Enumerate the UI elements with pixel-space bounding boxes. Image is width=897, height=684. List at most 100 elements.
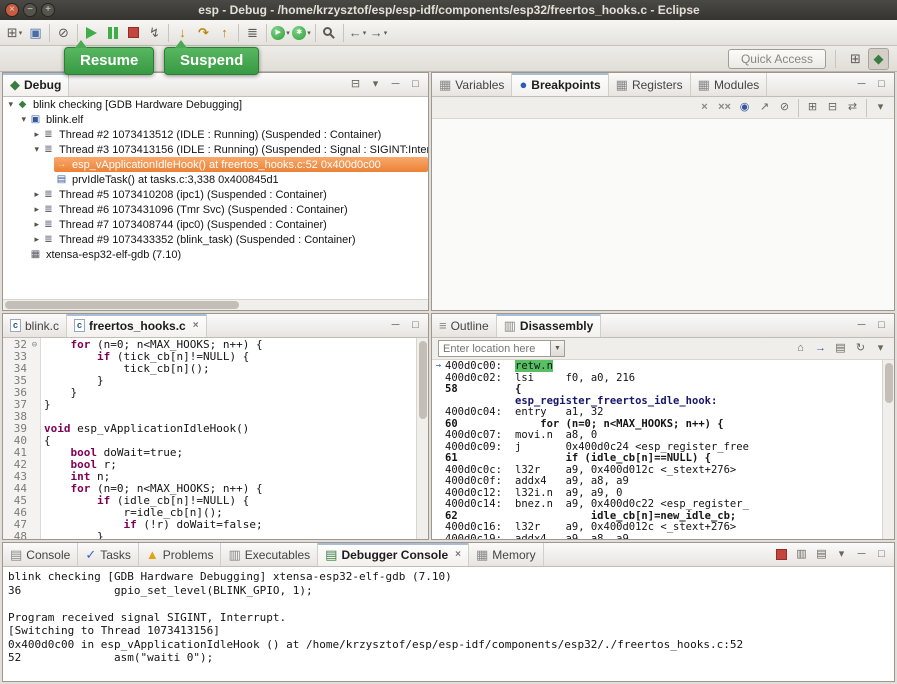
go-to-file-button[interactable]: ↗ (755, 98, 774, 117)
disconnect-button[interactable]: ↯ (144, 22, 165, 44)
maximize-button[interactable]: □ (872, 75, 891, 94)
expand-all-button[interactable]: ⊞ (803, 98, 822, 117)
collapse-arrow-icon[interactable]: ▾ (3, 114, 28, 125)
debug-tree-item[interactable]: →esp_vApplicationIdleHook() at freertos_… (3, 157, 428, 172)
expand-arrow-icon[interactable]: ▸ (3, 219, 41, 230)
code-editor-area[interactable]: for (n=0; n<MAX_HOOKS; n++) { if (tick_c… (41, 338, 416, 539)
scrollbar-thumb[interactable] (885, 363, 893, 403)
view-menu-button[interactable]: ▾ (871, 339, 890, 358)
maximize-button[interactable]: □ (406, 75, 425, 94)
skip-all-breakpoints-button[interactable]: ⊘ (53, 22, 74, 44)
tab-variables[interactable]: ▦Variables (432, 73, 512, 96)
debug-tree-item[interactable]: ▤prvIdleTask() at tasks.c:3,338 0x400845… (3, 172, 428, 187)
debug-tree-item[interactable]: ▸≣Thread #5 1073410208 (ipc1) (Suspended… (3, 187, 428, 202)
minimize-button[interactable]: ─ (386, 75, 405, 94)
expand-arrow-icon[interactable]: ▸ (3, 204, 41, 215)
view-menu-button[interactable]: ▾ (832, 545, 851, 564)
collapse-arrow-icon[interactable]: ▾ (3, 144, 41, 155)
window-close-button[interactable]: × (5, 3, 19, 17)
close-icon[interactable]: × (193, 320, 199, 331)
search-button[interactable] (319, 22, 340, 44)
skip-all-breakpoints-button[interactable]: ⊘ (775, 98, 794, 117)
forward-button[interactable]: →▾ (368, 22, 389, 44)
minimize-button[interactable]: ─ (852, 545, 871, 564)
debug-tree-item[interactable]: ▸≣Thread #2 1073413512 (IDLE : Running) … (3, 127, 428, 142)
collapse-all-button[interactable]: ⊟ (346, 75, 365, 94)
expand-arrow-icon[interactable]: ▸ (3, 234, 41, 245)
minimize-button[interactable]: ─ (852, 316, 871, 335)
tab-memory[interactable]: ▦Memory (469, 543, 544, 566)
display-console-button[interactable]: ▥ (792, 545, 811, 564)
debug-tree-item[interactable]: ▾◆blink checking [GDB Hardware Debugging… (3, 97, 428, 112)
tab-problems[interactable]: ▲Problems (139, 543, 222, 566)
back-button[interactable]: ←▾ (347, 22, 368, 44)
close-icon[interactable]: × (455, 549, 461, 560)
show-source-button[interactable]: ▤ (831, 339, 850, 358)
quick-access-button[interactable]: Quick Access (728, 49, 826, 69)
debug-tree-item[interactable]: ▾▣blink.elf (3, 112, 428, 127)
debug-tree-item[interactable]: ▸≣Thread #7 1073408744 (ipc0) (Suspended… (3, 217, 428, 232)
open-perspective-button[interactable]: ⊞ (845, 48, 866, 70)
maximize-button[interactable]: □ (872, 545, 891, 564)
scrollbar-thumb[interactable] (5, 301, 239, 309)
window-minimize-button[interactable]: − (23, 3, 37, 17)
editor-vertical-scrollbar[interactable] (416, 338, 428, 539)
console-output[interactable]: blink checking [GDB Hardware Debugging] … (3, 567, 894, 681)
debug-tree-item[interactable]: ▸≣Thread #9 1073433352 (blink_task) (Sus… (3, 232, 428, 247)
open-console-button[interactable]: ▤ (812, 545, 831, 564)
scrollbar-thumb[interactable] (419, 341, 427, 419)
tab-debug[interactable]: ◆Debug (3, 73, 69, 96)
tab-console[interactable]: ▤Console (3, 543, 78, 566)
tab-blink-c[interactable]: cblink.c (3, 314, 67, 337)
instruction-stepping-button[interactable]: ≣ (242, 22, 263, 44)
folding-gutter[interactable]: ⊖ (29, 338, 41, 539)
tab-tasks[interactable]: ✓Tasks (78, 543, 139, 566)
collapse-all-button[interactable]: ⊟ (823, 98, 842, 117)
link-with-debug-button[interactable]: ⇄ (843, 98, 862, 117)
disassembly-area[interactable]: →400d0c00:retw.n400d0c02:lsi f0, a0, 216… (432, 360, 882, 539)
maximize-button[interactable]: □ (872, 316, 891, 335)
tab-modules[interactable]: ▦Modules (691, 73, 768, 96)
tab-outline[interactable]: ≡Outline (432, 314, 497, 337)
tab-freertos-hooks-c[interactable]: cfreertos_hooks.c× (67, 314, 207, 337)
remove-breakpoint-button[interactable]: × (695, 98, 714, 117)
expand-arrow-icon[interactable]: ▸ (3, 189, 41, 200)
run-button[interactable]: ▶▾ (270, 22, 291, 44)
debug-horizontal-scrollbar[interactable] (3, 299, 428, 310)
location-input[interactable] (438, 340, 550, 357)
terminate-button[interactable] (123, 22, 144, 44)
step-over-button[interactable]: ↷ (193, 22, 214, 44)
refresh-button[interactable]: ↻ (851, 339, 870, 358)
step-return-button[interactable]: ↑ (214, 22, 235, 44)
view-menu-button[interactable]: ▾ (366, 75, 385, 94)
breakpoints-list[interactable] (432, 119, 894, 310)
debug-tree-item[interactable]: ▸≣Thread #6 1073431096 (Tmr Svc) (Suspen… (3, 202, 428, 217)
collapse-arrow-icon[interactable]: ▾ (3, 99, 15, 110)
disassembly-vertical-scrollbar[interactable] (882, 360, 894, 539)
tab-breakpoints[interactable]: ●Breakpoints (512, 73, 608, 96)
location-dropdown-icon[interactable]: ▼ (550, 340, 565, 357)
link-instruction-pointer-button[interactable]: → (811, 339, 830, 358)
debug-button[interactable]: ✱▾ (291, 22, 312, 44)
debug-tree-item[interactable]: ▦xtensa-esp32-elf-gdb (7.10) (3, 247, 428, 262)
save-button[interactable]: ▣ (25, 22, 46, 44)
maximize-button[interactable]: □ (406, 316, 425, 335)
debug-tree-item[interactable]: ▾≣Thread #3 1073413156 (IDLE : Running) … (3, 142, 428, 157)
home-button[interactable]: ⌂ (791, 339, 810, 358)
tab-disassembly[interactable]: ▥Disassembly (497, 314, 602, 337)
remove-all-breakpoints-button[interactable]: ×× (715, 98, 734, 117)
fold-collapse-icon[interactable]: ⊖ (29, 339, 40, 351)
new-wizard-button[interactable]: ⊞▾ (4, 22, 25, 44)
view-menu-button[interactable]: ▾ (871, 98, 890, 117)
window-maximize-button[interactable]: + (41, 3, 55, 17)
suspend-button[interactable] (102, 22, 123, 44)
terminate-console-button[interactable] (772, 545, 791, 564)
tab-executables[interactable]: ▥Executables (221, 543, 318, 566)
debug-perspective-button[interactable]: ◆ (868, 48, 889, 70)
tab-registers[interactable]: ▦Registers (609, 73, 691, 96)
show-breakpoints-for-button[interactable]: ◉ (735, 98, 754, 117)
line-number-gutter[interactable]: 3233343536373839404142434445464748 (3, 338, 29, 539)
minimize-button[interactable]: ─ (852, 75, 871, 94)
minimize-button[interactable]: ─ (386, 316, 405, 335)
tab-debugger-console[interactable]: ▤Debugger Console× (318, 543, 469, 566)
